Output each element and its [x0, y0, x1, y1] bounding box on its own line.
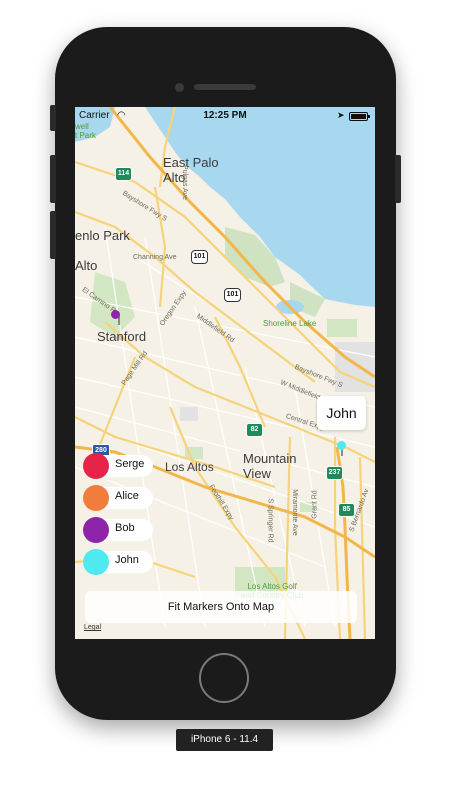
- legend-color-dot: [83, 549, 109, 575]
- john-marker[interactable]: [337, 441, 346, 450]
- legend-color-dot: [83, 453, 109, 479]
- road-label-pulgas: Pulgas Ave: [180, 165, 188, 200]
- place-label-menlo-park: enlo Park: [75, 228, 130, 243]
- mute-switch: [50, 105, 56, 131]
- legend-color-dot: [83, 485, 109, 511]
- legend-name: Bob: [115, 522, 135, 534]
- fit-markers-button[interactable]: Fit Markers Onto Map: [85, 591, 357, 623]
- bob-marker[interactable]: [111, 310, 120, 319]
- road-label-channing: Channing Ave: [133, 254, 177, 261]
- route-85-shield: 85: [338, 503, 355, 517]
- place-label-east-palo-alto: East Palo Alto: [163, 155, 219, 185]
- place-label-shoreline-lake: Shoreline Lake: [263, 319, 317, 328]
- road-label-miramonte: Miramonte Ave: [290, 489, 298, 536]
- route-82-shield: 82: [246, 423, 263, 437]
- front-camera: [175, 83, 184, 92]
- legend-color-dot: [83, 517, 109, 543]
- place-label-mountain-view: Mountain View: [243, 451, 297, 481]
- route-237-shield: 237: [326, 466, 343, 480]
- earpiece-speaker: [194, 84, 256, 90]
- place-label-palo-alto: Alto: [75, 258, 98, 273]
- place-label-stanford: Stanford: [97, 329, 147, 344]
- place-label-los-altos: Los Altos: [165, 460, 214, 474]
- clock: 12:25 PM: [203, 110, 247, 121]
- road-label-springer: S Springer Rd: [266, 498, 274, 543]
- power-button: [395, 155, 401, 203]
- route-101-shield-2: 101: [224, 288, 241, 302]
- device-label: iPhone 6 - 11.4: [176, 729, 273, 751]
- home-button[interactable]: [199, 653, 249, 703]
- status-bar: Carrier ◠ 12:25 PM ➤: [75, 107, 375, 125]
- route-101-shield: 101: [191, 250, 208, 264]
- app-screen: well t Park East Palo Alto enlo Park Alt…: [75, 107, 375, 639]
- legend-name: Serge: [115, 458, 145, 470]
- legend-name: John: [115, 554, 139, 566]
- john-callout[interactable]: John: [317, 396, 366, 430]
- volume-down-button: [50, 211, 56, 259]
- route-114-shield: 114: [115, 167, 132, 181]
- battery-icon: [349, 112, 370, 121]
- road-label-grant: Grant Rd: [311, 490, 319, 519]
- location-arrow-icon: ➤: [337, 110, 345, 120]
- volume-up-button: [50, 155, 56, 203]
- legal-link[interactable]: Legal: [84, 624, 101, 631]
- legend-name: Alice: [115, 490, 139, 502]
